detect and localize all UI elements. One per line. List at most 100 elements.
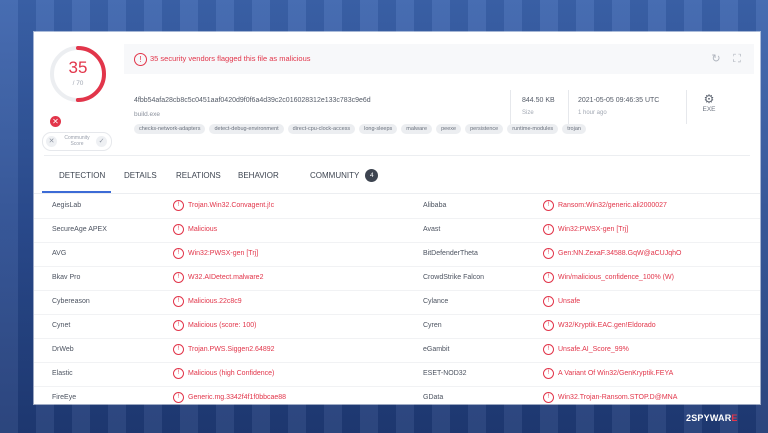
detection-result: Generic.mg.3342f4f1f0bbcae88 (188, 394, 287, 401)
vendor-name: Alibaba (423, 202, 447, 209)
tab-community-label: COMMUNITY (310, 171, 360, 180)
detection-result: Unsafe.AI_Score_99% (558, 346, 629, 353)
tag-list: checks-network-adapters detect-debug-env… (134, 124, 586, 136)
table-row: AegisLab ! Trojan.Win32.Convagent.j!c Al… (34, 194, 760, 219)
tag[interactable]: direct-cpu-clock-access (287, 124, 356, 134)
detection-result: W32/Kryptik.EAC.gen!Eldorado (558, 322, 656, 329)
downvote-icon[interactable]: ✕ (46, 136, 57, 147)
vendor-name: SecureAge APEX (52, 226, 107, 233)
community-count-badge: 4 (365, 169, 379, 183)
alert-icon: ! (173, 272, 184, 283)
watermark-logo: 2SPYWARE (686, 413, 738, 423)
tab-detection[interactable]: DETECTION (59, 160, 105, 191)
table-row: Cybereason ! Malicious.22c8c9 Cylance ! … (34, 290, 760, 315)
tag[interactable]: trojan (562, 124, 586, 134)
detection-result: Malicious (high Confidence) (188, 370, 275, 377)
report-tabs: DETECTION DETAILS RELATIONS BEHAVIOR COM… (44, 160, 750, 192)
score-malicious-count: 35 (68, 58, 88, 77)
alert-icon: ! (543, 296, 554, 307)
alert-icon: ! (173, 368, 184, 379)
detection-result: Trojan.Win32.Convagent.j!c (188, 202, 275, 209)
alert-icon: ! (543, 320, 554, 331)
table-row: SecureAge APEX ! Malicious Avast ! Win32… (34, 218, 760, 243)
analysis-date-label: 1 hour ago (578, 110, 607, 116)
tag[interactable]: runtime-modules (507, 124, 559, 134)
detection-result: W32.AIDetect.malware2 (188, 274, 264, 281)
alert-icon: ! (543, 224, 554, 235)
score-total: / 70 (72, 80, 84, 87)
detection-result: Malicious (score: 100) (188, 322, 257, 329)
divider (510, 90, 511, 124)
alert-text: 35 security vendors flagged this file as… (150, 54, 311, 63)
detection-result: Win/malicious_confidence_100% (W) (558, 274, 674, 281)
vendor-name: DrWeb (52, 346, 74, 353)
vendor-name: Bkav Pro (52, 274, 81, 281)
alert-icon: ! (173, 392, 184, 403)
file-type-glyph-icon: ⚙ (703, 92, 715, 106)
table-row: DrWeb ! Trojan.PWS.Siggen2.64892 eGambit… (34, 338, 760, 363)
alert-icon: ! (543, 272, 554, 283)
tag[interactable]: detect-debug-environment (209, 124, 284, 134)
file-type-label: EXE (702, 106, 716, 113)
virustotal-report-panel: 35 / 70 ✕ ✕ Community Score ✓ ! 35 secur… (34, 32, 760, 404)
tag[interactable]: persistence (465, 124, 504, 134)
alert-icon: ! (173, 296, 184, 307)
alert-icon: ! (543, 392, 554, 403)
vendor-name: Avast (423, 226, 441, 233)
detection-score-gauge: 35 / 70 (48, 44, 108, 104)
alert-icon: ! (543, 344, 554, 355)
detection-result: Trojan.PWS.Siggen2.64892 (188, 346, 275, 353)
reanalyze-icon[interactable]: ↻ (709, 52, 723, 66)
tab-community[interactable]: COMMUNITY 4 (310, 160, 379, 191)
exe-file-type-icon: ⚙ EXE (698, 92, 720, 120)
divider (44, 155, 750, 156)
alert-icon: ! (543, 368, 554, 379)
vendor-name: Cyren (423, 322, 442, 329)
analysis-date-value: 2021-05-05 09:46:35 UTC (578, 97, 660, 104)
table-row: Cynet ! Malicious (score: 100) Cyren ! W… (34, 314, 760, 339)
tag[interactable]: long-sleeps (359, 124, 398, 134)
detection-result: Gen:NN.ZexaF.34588.GqW@aCUJqhO (558, 250, 682, 257)
vendor-name: CrowdStrike Falcon (423, 274, 485, 281)
alert-icon: ! (543, 248, 554, 259)
expand-icon[interactable]: ⛶ (730, 52, 744, 66)
table-row: AVG ! Win32:PWSX-gen [Trj] BitDefenderTh… (34, 242, 760, 267)
table-row: Elastic ! Malicious (high Confidence) ES… (34, 362, 760, 387)
vendor-name: AegisLab (52, 202, 82, 209)
divider (686, 90, 687, 124)
alert-icon: ! (173, 320, 184, 331)
tag[interactable]: checks-network-adapters (134, 124, 206, 134)
detection-result: Ransom:Win32/generic.ali2000027 (558, 202, 667, 209)
detection-result: Unsafe (558, 298, 581, 305)
community-score-box: ✕ Community Score ✓ (42, 132, 112, 151)
vendor-name: BitDefenderTheta (423, 250, 478, 257)
tab-details[interactable]: DETAILS (124, 160, 157, 191)
tab-relations[interactable]: RELATIONS (176, 160, 221, 191)
upvote-icon[interactable]: ✓ (96, 136, 107, 147)
vendor-name: Elastic (52, 370, 73, 377)
tab-behavior[interactable]: BEHAVIOR (238, 160, 279, 191)
vendor-name: AVG (52, 250, 67, 257)
detection-result: Win32:PWSX-gen [Trj] (558, 226, 629, 233)
file-name: build.exe (134, 111, 161, 118)
vendor-name: GData (423, 394, 444, 401)
file-size-label: Size (522, 110, 534, 116)
file-hash[interactable]: 4fbb54afa28cb8c5c0451aaf0420d9f0f6a4d39c… (134, 97, 371, 104)
file-size-value: 844.50 KB (522, 97, 555, 104)
vendor-name: ESET-NOD32 (423, 370, 467, 377)
vendor-name: eGambit (423, 346, 450, 353)
divider (568, 90, 569, 124)
detection-result: A Variant Of Win32/GenKryptik.FEYA (558, 370, 674, 377)
detection-result: Malicious.22c8c9 (188, 298, 242, 305)
vendor-name: Cybereason (52, 298, 90, 305)
detection-result: Win32:PWSX-gen [Trj] (188, 250, 259, 257)
alert-icon: ! (543, 200, 554, 211)
malicious-alert-bar: ! 35 security vendors flagged this file … (124, 44, 754, 74)
table-row: Bkav Pro ! W32.AIDetect.malware2 CrowdSt… (34, 266, 760, 291)
table-row: FireEye ! Generic.mg.3342f4f1f0bbcae88 G… (34, 386, 760, 404)
detection-result: Win32.Trojan-Ransom.STOP.D@MNA (558, 394, 678, 401)
tag[interactable]: malware (401, 124, 433, 134)
tag[interactable]: peexe (436, 124, 462, 134)
alert-icon: ! (173, 224, 184, 235)
watermark-text: 2SPYWAR (686, 413, 732, 423)
